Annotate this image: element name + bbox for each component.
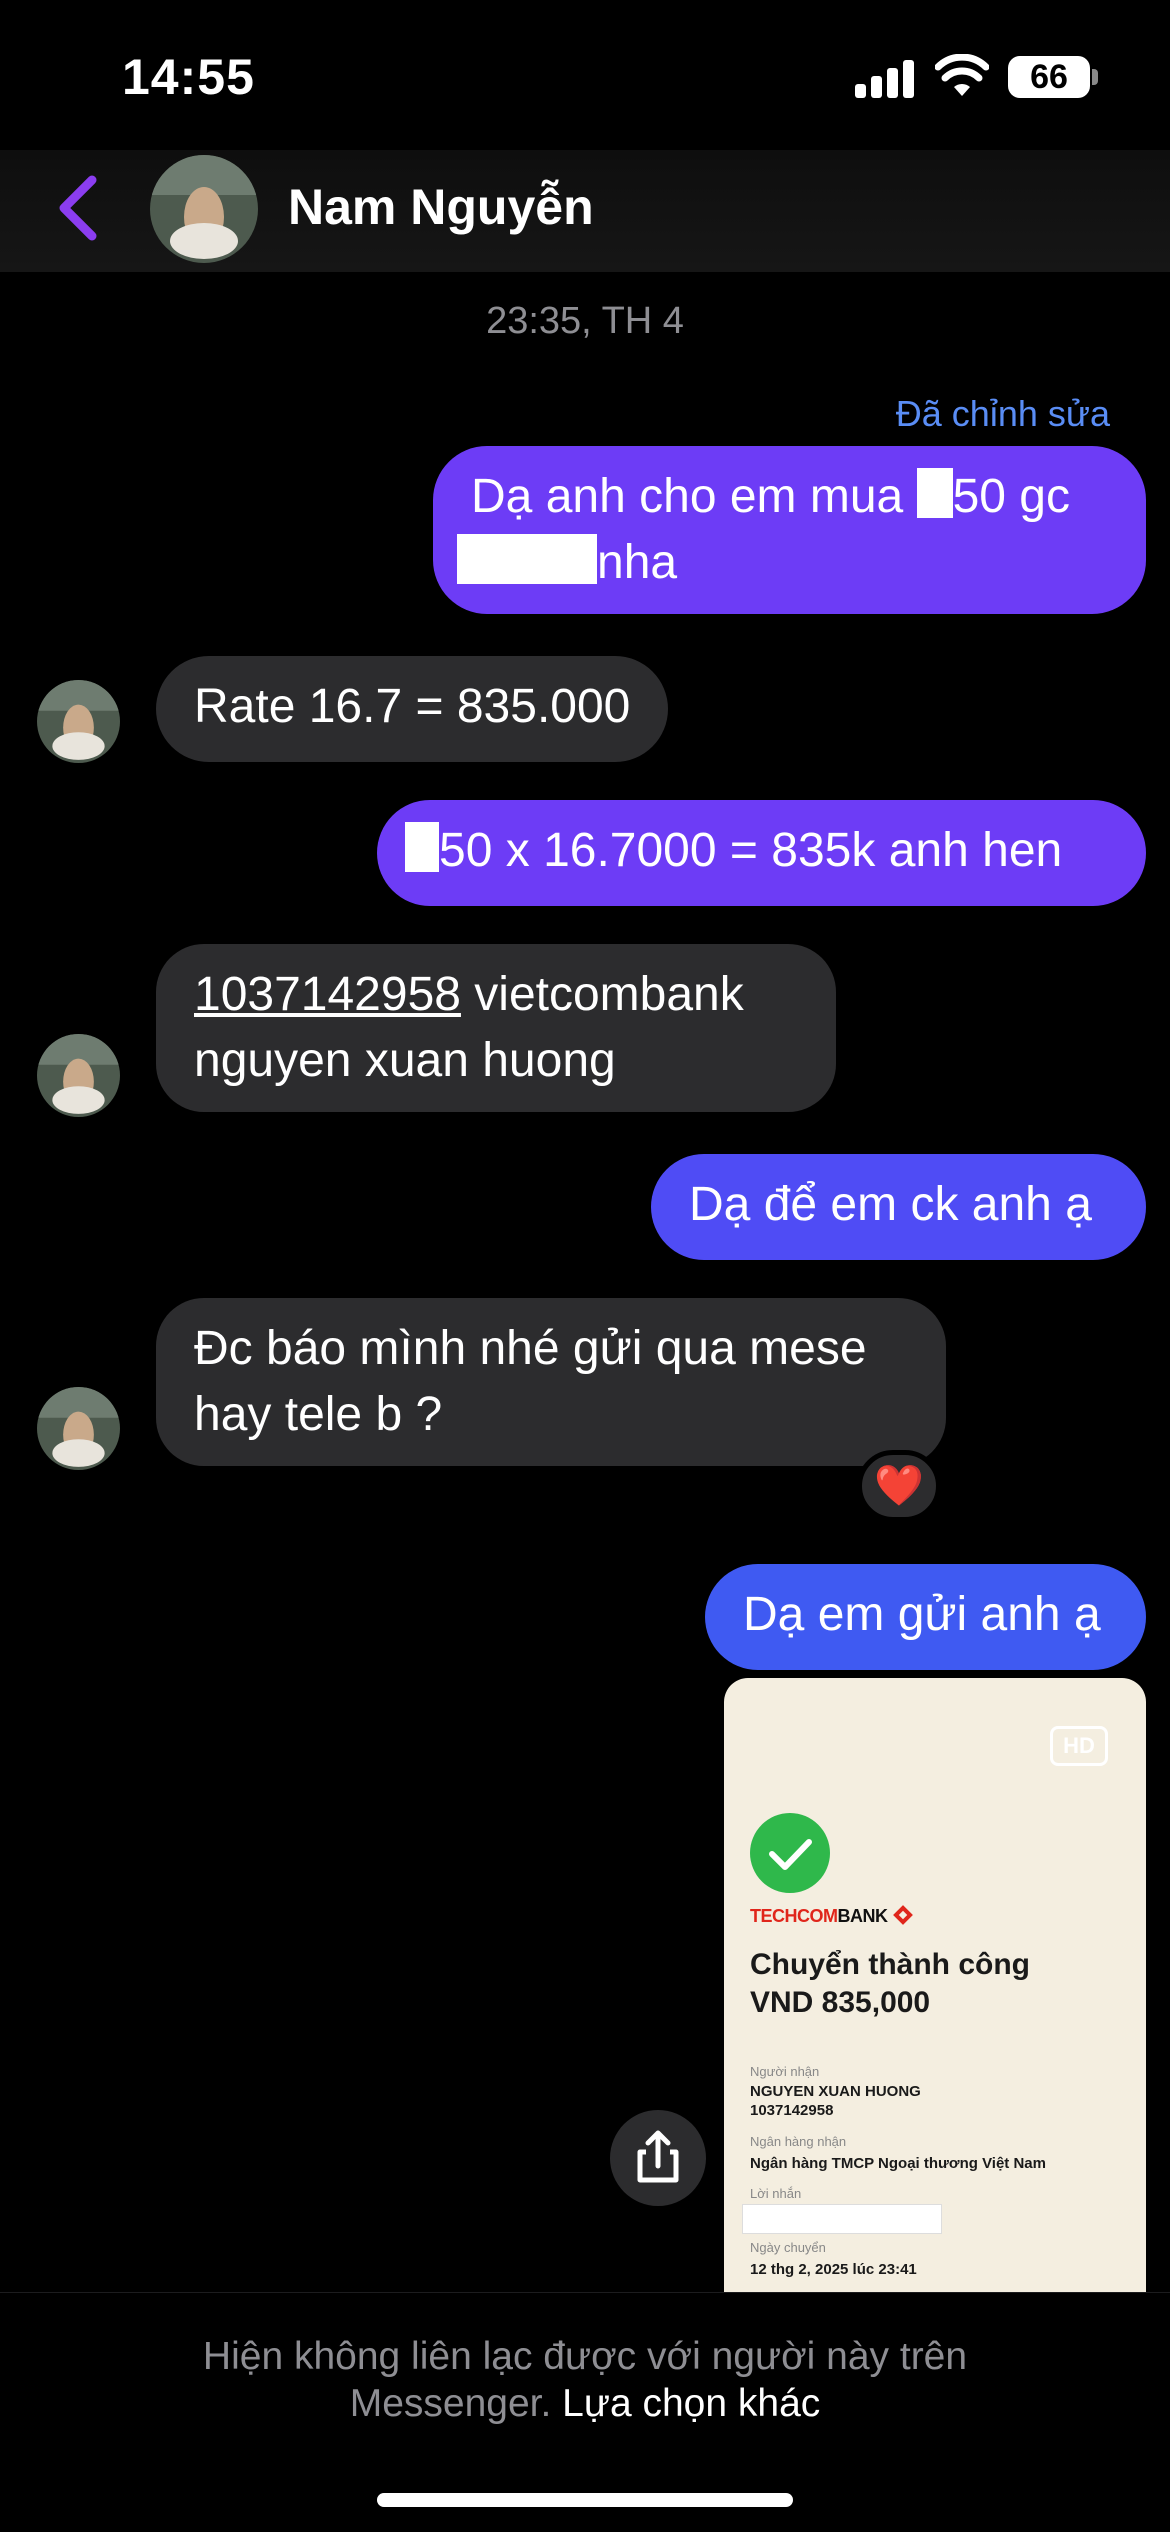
message-bubble-outgoing[interactable]: Dạ để em ck anh ạ [651,1154,1146,1260]
message-text: Dạ để em ck anh ạ [689,1178,1092,1231]
message-text: Dạ anh cho em mua [471,470,917,523]
notice-line: Messenger. [349,2382,552,2425]
home-indicator[interactable] [377,2493,793,2507]
bank-logo-text: BANK [837,1906,889,1926]
message-text: vietcombank [460,968,744,1021]
chat-header: Nam Nguyễn [0,150,1170,272]
message-text: Dạ em gửi anh ạ [743,1588,1101,1641]
battery-icon: 66 [1008,56,1090,98]
message-bubble-incoming[interactable]: Rate 16.7 = 835.000 [156,656,669,762]
other-options-link[interactable]: Lựa chọn khác [562,2382,820,2425]
bank-logo: TECHCOMBANK [750,1905,913,1927]
cellular-signal-icon [855,60,915,98]
wifi-icon [935,54,989,96]
notice-line: Hiện không liên lạc được với người này t… [202,2335,968,2378]
chevron-left-icon[interactable] [52,172,104,244]
message-text: Đc báo mình nhé gửi qua mese [194,1322,867,1375]
recipient-name: NGUYEN XUAN HUONG [750,2083,921,2100]
bank-name: Ngân hàng TMCP Ngoại thương Việt Nam [750,2155,1046,2172]
message-text: nguyen xuan huong [194,1034,616,1087]
receipt-status: Chuyển thành công [750,1948,1030,1981]
date-value: 12 thg 2, 2025 lúc 23:41 [750,2261,917,2278]
sender-avatar[interactable] [37,1034,120,1117]
message-bubble-outgoing[interactable]: Dạ anh cho em mua 50 gc nha [433,446,1146,614]
success-check-icon [750,1813,830,1893]
techcombank-logo-icon [892,1905,913,1925]
heart-reaction-icon[interactable]: ❤️ [857,1450,941,1522]
transfer-receipt-image[interactable]: HD TECHCOMBANK Chuyển thành công VND 835… [724,1678,1146,2294]
message-text: 50 gc [952,470,1070,523]
hd-badge[interactable]: HD [1050,1726,1108,1766]
redaction-block [405,822,439,872]
receipt-title: Chuyển thành công VND 835,000 [750,1946,1030,2022]
receipt-amount: VND 835,000 [750,1986,931,2019]
edited-label: Đã chỉnh sửa [895,393,1110,434]
contact-name[interactable]: Nam Nguyễn [288,178,594,236]
status-bar: 14:55 66 [0,0,1170,150]
redaction-block [457,534,597,584]
account-number-link[interactable]: 1037142958 [194,968,461,1021]
battery-tip [1092,69,1098,85]
sender-avatar[interactable] [37,1387,120,1470]
message-text: Rate 16.7 = 835.000 [194,680,631,733]
recipient-label: Người nhận [750,2064,820,2079]
recipient-value: NGUYEN XUAN HUONG 1037142958 [750,2082,921,2120]
message-bubble-incoming[interactable]: Đc báo mình nhé gửi qua mese hay tele b … [156,1298,946,1466]
transfer-message-field [742,2204,942,2234]
message-text: nha [597,536,678,589]
bank-logo-text: TECHCOM [750,1906,838,1926]
message-bubble-outgoing[interactable]: 50 x 16.7000 = 835k anh hen [377,800,1146,906]
message-label: Lời nhắn [750,2186,802,2201]
message-bubble-incoming[interactable]: 1037142958 vietcombank nguyen xuan huong [156,944,836,1112]
date-label: Ngày chuyển [750,2240,826,2255]
bank-label: Ngân hàng nhận [750,2134,847,2149]
recipient-account: 1037142958 [750,2102,834,2119]
notice-text: Hiện không liên lạc được với người này t… [0,2333,1170,2427]
message-text: 50 x 16.7000 = 835k anh hen [439,824,1063,877]
message-bubble-outgoing[interactable]: Dạ em gửi anh ạ [705,1564,1146,1670]
status-time: 14:55 [122,49,255,105]
contact-avatar[interactable] [150,155,258,263]
redaction-block [916,468,953,518]
thread-timestamp: 23:35, TH 4 [486,300,684,342]
share-icon[interactable] [610,2110,706,2206]
sender-avatar[interactable] [37,680,120,763]
message-text: hay tele b ? [194,1388,443,1441]
